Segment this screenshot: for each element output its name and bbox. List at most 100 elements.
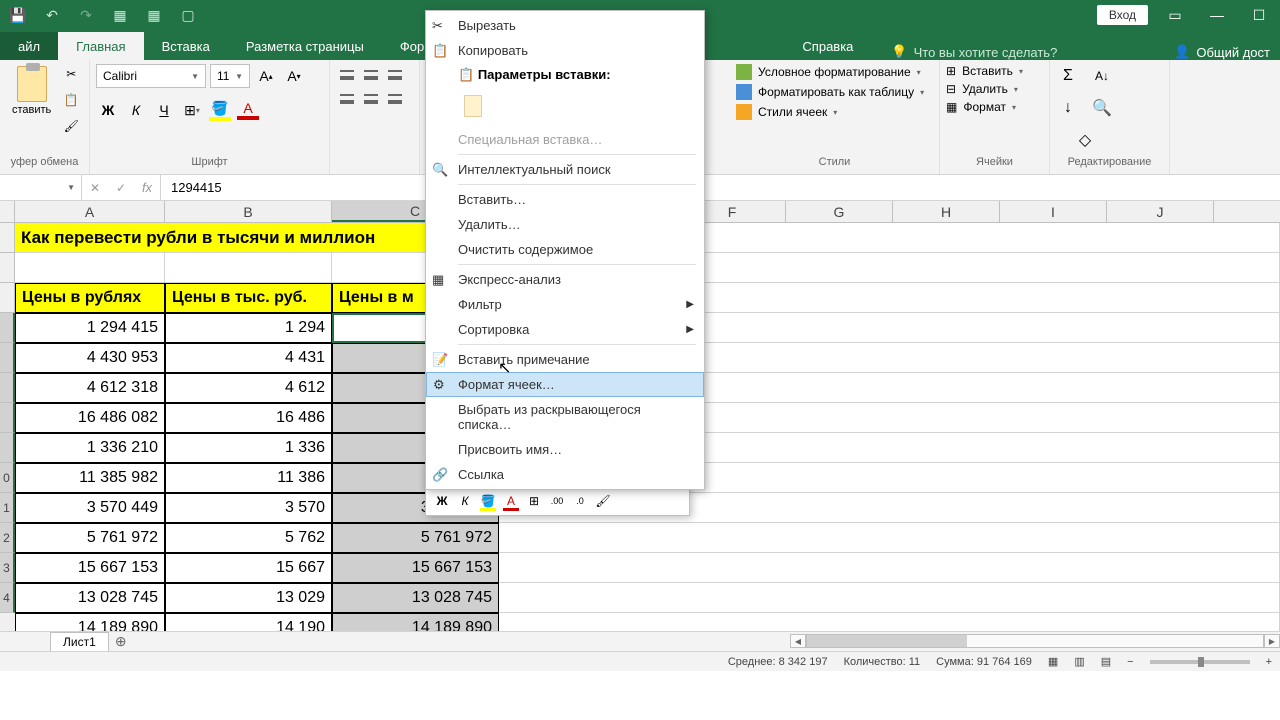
format-as-table-button[interactable]: Форматировать как таблицу▾: [736, 84, 924, 100]
cell-styles-button[interactable]: Стили ячеек▾: [736, 104, 924, 120]
align-top-icon[interactable]: [336, 64, 358, 86]
data-cell[interactable]: 11 385 982: [15, 463, 165, 493]
bold-button[interactable]: Ж: [96, 98, 120, 122]
underline-button[interactable]: Ч: [152, 98, 176, 122]
data-cell[interactable]: 5 761 972: [332, 523, 499, 553]
formula-input[interactable]: 1294415: [161, 175, 1280, 200]
row-header[interactable]: [0, 283, 15, 313]
ctx-link[interactable]: 🔗 Ссылка: [426, 462, 704, 487]
cancel-formula-icon[interactable]: ✕: [82, 181, 108, 195]
mini-fill-icon[interactable]: 🪣: [478, 491, 498, 511]
mini-increase-decimal-icon[interactable]: .00: [547, 491, 567, 511]
tab-home[interactable]: Главная: [58, 32, 143, 60]
header-cell[interactable]: Цены в рублях: [15, 283, 165, 313]
row-header[interactable]: 2: [0, 523, 15, 553]
enter-formula-icon[interactable]: ✓: [108, 181, 134, 195]
data-cell[interactable]: 15 667 153: [15, 553, 165, 583]
horizontal-scrollbar[interactable]: ◀ ▶: [790, 634, 1280, 648]
tab-insert[interactable]: Вставка: [144, 32, 228, 60]
autosum-button[interactable]: Σ: [1056, 64, 1080, 88]
fx-icon[interactable]: fx: [134, 180, 160, 195]
ctx-format-cells[interactable]: ⚙ Формат ячеек…: [426, 372, 704, 397]
data-cell[interactable]: 13 028 745: [15, 583, 165, 613]
ctx-pick-from-list[interactable]: Выбрать из раскрывающегося списка…: [426, 397, 704, 437]
view-layout-icon[interactable]: ▥: [1074, 655, 1084, 668]
align-left-icon[interactable]: [336, 88, 358, 110]
row-header[interactable]: [0, 313, 15, 343]
col-header-i[interactable]: I: [1000, 201, 1107, 222]
ctx-quick-analysis[interactable]: ▦ Экспресс-анализ: [426, 267, 704, 292]
sort-filter-button[interactable]: A↓: [1090, 64, 1114, 88]
ctx-filter[interactable]: Фильтр▶: [426, 292, 704, 317]
data-cell[interactable]: 4 612: [165, 373, 332, 403]
row-header[interactable]: 1: [0, 493, 15, 523]
align-middle-icon[interactable]: [360, 64, 382, 86]
format-cells-button[interactable]: ▦ Формат▾: [946, 100, 1023, 114]
mini-italic-button[interactable]: К: [455, 491, 475, 511]
maximize-icon[interactable]: ☐: [1244, 7, 1274, 24]
data-cell[interactable]: 11 386: [165, 463, 332, 493]
row-header[interactable]: [0, 373, 15, 403]
ctx-smart-lookup[interactable]: 🔍 Интеллектуальный поиск: [426, 157, 704, 182]
data-cell[interactable]: 4 612 318: [15, 373, 165, 403]
align-center-icon[interactable]: [360, 88, 382, 110]
data-cell[interactable]: 15 667: [165, 553, 332, 583]
add-sheet-button[interactable]: ⊕: [111, 633, 131, 650]
tab-file[interactable]: айл: [0, 32, 58, 60]
ribbon-display-icon[interactable]: ▭: [1160, 7, 1190, 24]
undo-icon[interactable]: ↶: [40, 3, 64, 27]
view-pagebreak-icon[interactable]: ▤: [1101, 655, 1111, 668]
col-header-j[interactable]: J: [1107, 201, 1214, 222]
zoom-slider[interactable]: [1150, 660, 1250, 664]
clear-button[interactable]: ◇: [1073, 128, 1097, 152]
redo-icon[interactable]: ↷: [74, 3, 98, 27]
data-cell[interactable]: 3 570 449: [15, 493, 165, 523]
font-name-select[interactable]: Calibri▼: [96, 64, 206, 88]
data-cell[interactable]: 15 667 153: [332, 553, 499, 583]
paste-button[interactable]: ставить: [6, 64, 57, 118]
ctx-delete[interactable]: Удалить…: [426, 212, 704, 237]
row-header[interactable]: 4: [0, 583, 15, 613]
conditional-formatting-button[interactable]: Условное форматирование▾: [736, 64, 924, 80]
align-right-icon[interactable]: [384, 88, 406, 110]
ctx-clear[interactable]: Очистить содержимое: [426, 237, 704, 262]
row-header[interactable]: 0: [0, 463, 15, 493]
data-cell[interactable]: 1 294 415: [15, 313, 165, 343]
name-box[interactable]: ▼: [0, 175, 82, 200]
zoom-out-icon[interactable]: −: [1127, 656, 1133, 668]
ctx-define-name[interactable]: Присвоить имя…: [426, 437, 704, 462]
italic-button[interactable]: К: [124, 98, 148, 122]
fill-button[interactable]: ↓: [1056, 96, 1080, 120]
data-cell[interactable]: 16 486 082: [15, 403, 165, 433]
share-button[interactable]: 👤 Общий дост: [1174, 44, 1270, 60]
tab-layout[interactable]: Разметка страницы: [228, 32, 382, 60]
font-color-button[interactable]: A: [236, 98, 260, 122]
row-header[interactable]: 3: [0, 553, 15, 583]
align-bottom-icon[interactable]: [384, 64, 406, 86]
row-header[interactable]: [0, 343, 15, 373]
data-cell[interactable]: 1 294: [165, 313, 332, 343]
ctx-cut[interactable]: ✂ Вырезать: [426, 13, 704, 38]
insert-cells-button[interactable]: ⊞ Вставить▾: [946, 64, 1023, 78]
save-icon[interactable]: 💾: [6, 3, 30, 27]
fill-color-button[interactable]: 🪣: [208, 98, 232, 122]
tab-help[interactable]: Справка: [784, 32, 871, 60]
delete-cells-button[interactable]: ⊟ Удалить▾: [946, 82, 1023, 96]
cut-icon[interactable]: ✂: [61, 64, 81, 84]
ctx-sort[interactable]: Сортировка▶: [426, 317, 704, 342]
qat-table-icon[interactable]: ▦: [142, 3, 166, 27]
increase-font-icon[interactable]: A▴: [254, 64, 278, 88]
data-cell[interactable]: 5 761 972: [15, 523, 165, 553]
decrease-font-icon[interactable]: A▾: [282, 64, 306, 88]
data-cell[interactable]: 1 336: [165, 433, 332, 463]
tell-me-search[interactable]: 💡 Что вы хотите сделать?: [891, 44, 1057, 60]
data-cell[interactable]: 4 431: [165, 343, 332, 373]
mini-font-color-icon[interactable]: A: [501, 491, 521, 511]
data-cell[interactable]: 13 028 745: [332, 583, 499, 613]
data-cell[interactable]: 4 430 953: [15, 343, 165, 373]
ctx-insert-comment[interactable]: 📝 Вставить примечание: [426, 347, 704, 372]
ctx-insert[interactable]: Вставить…: [426, 187, 704, 212]
qat-grid-icon[interactable]: ▦: [108, 3, 132, 27]
col-header-h[interactable]: H: [893, 201, 1000, 222]
login-button[interactable]: Вход: [1097, 5, 1148, 25]
